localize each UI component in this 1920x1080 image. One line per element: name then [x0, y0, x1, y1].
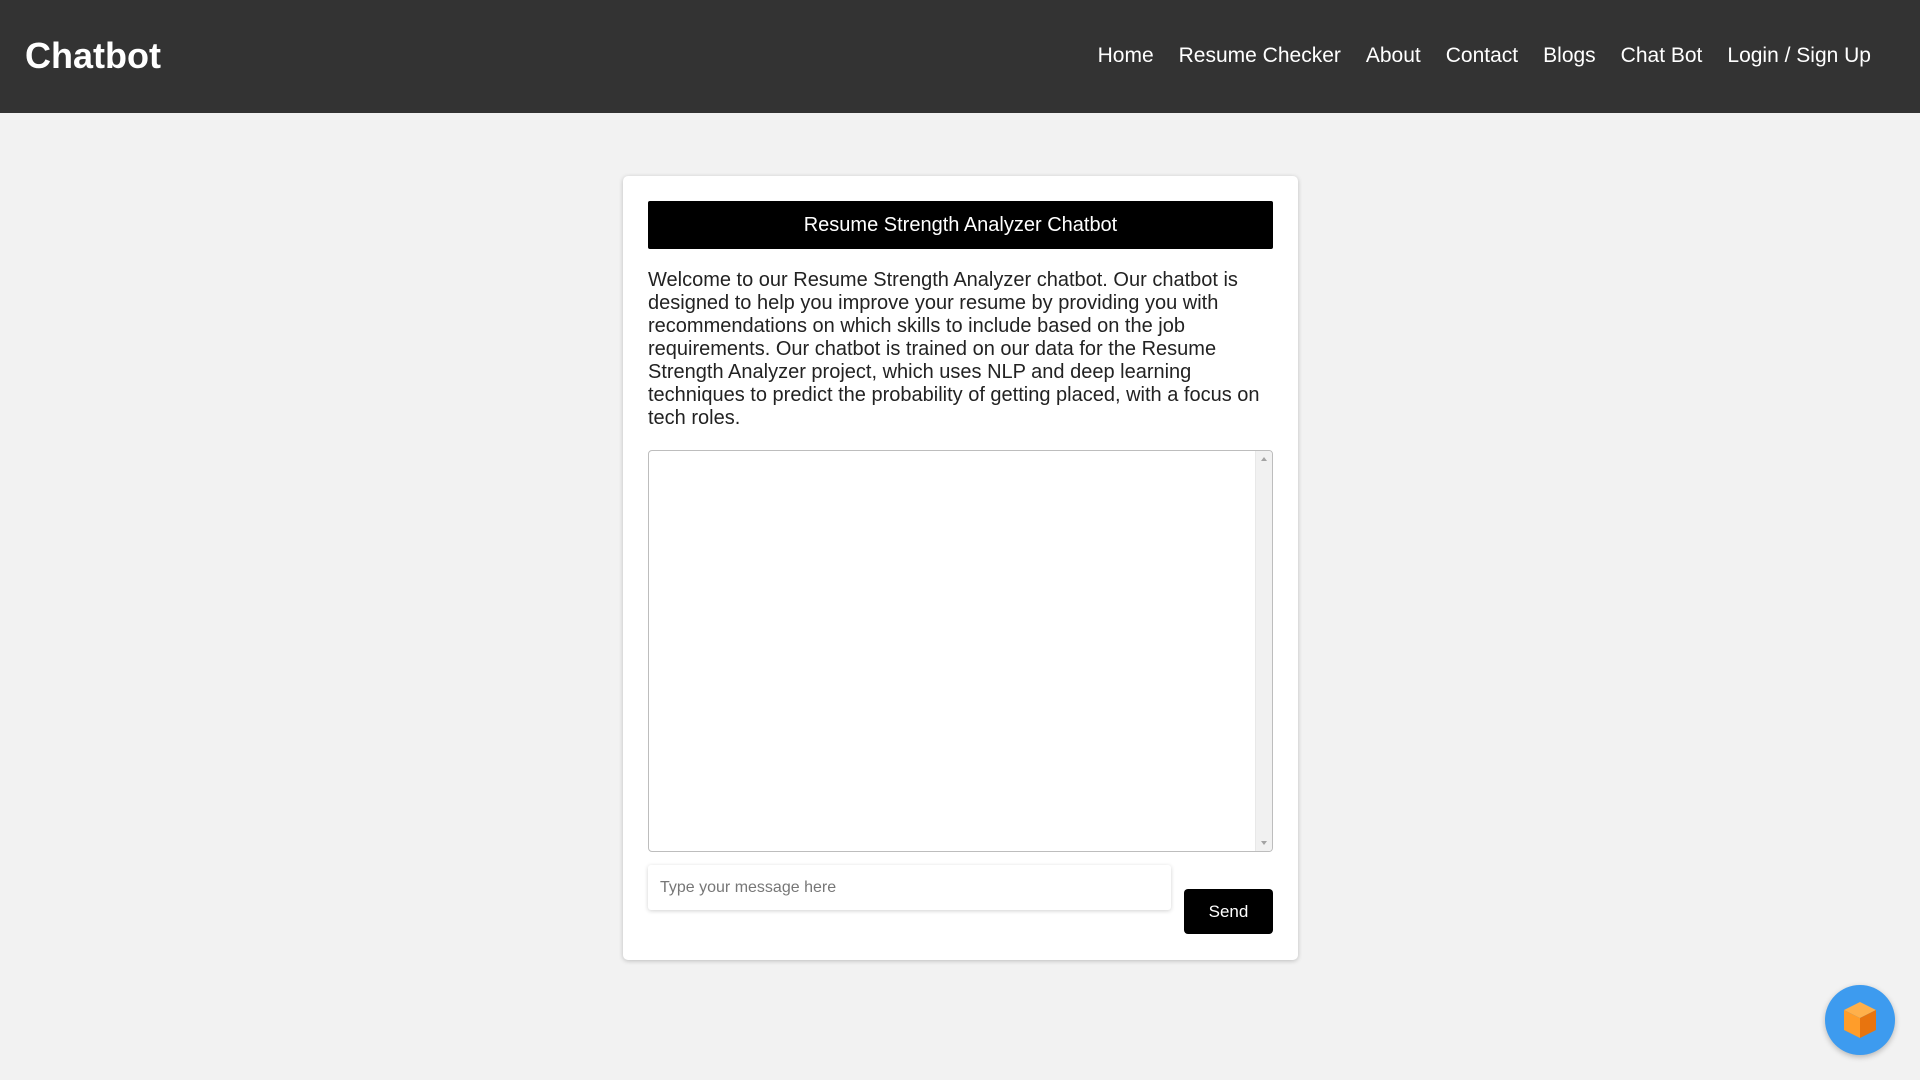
nav-link-login-signup[interactable]: Login / Sign Up: [1727, 43, 1871, 69]
scroll-down-icon[interactable]: [1261, 841, 1267, 845]
chat-log-scrollbar[interactable]: [1255, 451, 1272, 851]
send-button[interactable]: Send: [1184, 889, 1273, 934]
nav-link-home[interactable]: Home: [1098, 43, 1154, 69]
nav-links: Home Resume Checker About Contact Blogs …: [1098, 43, 1871, 69]
chatbot-title: Resume Strength Analyzer Chatbot: [648, 201, 1273, 249]
navbar: Chatbot Home Resume Checker About Contac…: [0, 0, 1920, 113]
nav-link-chat-bot[interactable]: Chat Bot: [1621, 43, 1703, 69]
floating-widget-button[interactable]: [1825, 985, 1895, 1055]
nav-link-about[interactable]: About: [1366, 43, 1421, 69]
nav-link-contact[interactable]: Contact: [1446, 43, 1518, 69]
chatbot-card: Resume Strength Analyzer Chatbot Welcome…: [623, 176, 1298, 960]
message-input[interactable]: [648, 865, 1171, 910]
nav-link-resume-checker[interactable]: Resume Checker: [1179, 43, 1341, 69]
brand-title[interactable]: Chatbot: [25, 36, 161, 76]
chat-log[interactable]: [648, 450, 1273, 852]
nav-link-blogs[interactable]: Blogs: [1543, 43, 1596, 69]
scroll-up-icon[interactable]: [1261, 457, 1267, 461]
cube-icon: [1844, 1002, 1876, 1038]
chatbot-intro: Welcome to our Resume Strength Analyzer …: [648, 269, 1260, 429]
